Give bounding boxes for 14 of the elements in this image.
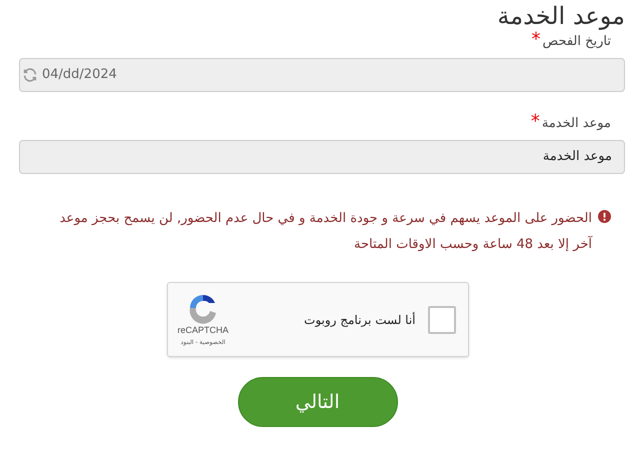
required-mark: * <box>532 32 541 48</box>
next-button[interactable]: التالي <box>238 377 398 427</box>
captcha-brand: reCAPTCHA <box>178 324 229 338</box>
required-mark: * <box>530 114 540 130</box>
page-title: موعد الخدمة <box>497 1 625 32</box>
select-field[interactable]: موعد الخدمة <box>19 140 625 174</box>
notice-text: الحضور على الموعد يسهم في سرعة و جودة الخدمة و في حال عدم الحضور, لن يسمح بحجز موعد آخر إلا بعد 48 ساعة وحسب الاوقات المتاحة <box>58 210 592 254</box>
field-label: تاريخ الفحص <box>542 33 611 51</box>
captcha-label: أنا لست برنامج روبوت <box>304 311 416 328</box>
field-label: موعد الخدمة <box>542 115 611 133</box>
captcha-checkbox[interactable] <box>428 306 456 334</box>
date-field[interactable]: 04/dd/2024 <box>19 58 625 92</box>
refresh-icon[interactable] <box>22 67 38 83</box>
alert-icon <box>598 210 611 223</box>
